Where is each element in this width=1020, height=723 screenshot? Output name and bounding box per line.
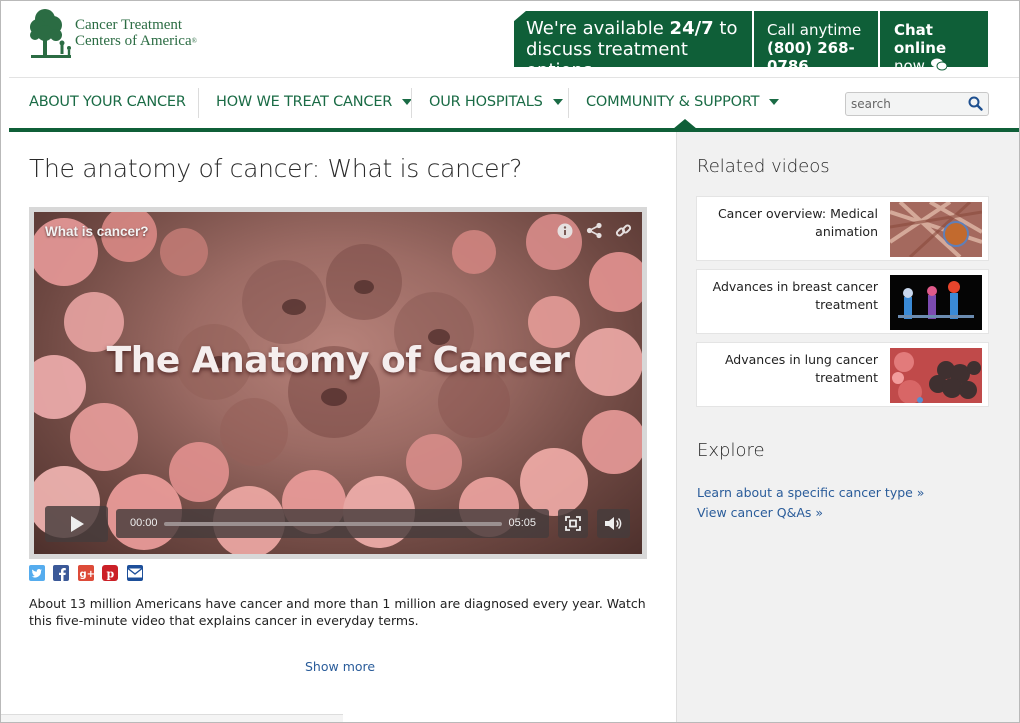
facebook-icon[interactable]	[53, 565, 70, 581]
call-label: Call anytime	[767, 21, 862, 39]
link-icon[interactable]	[615, 222, 632, 244]
video-poster-cells	[34, 212, 642, 554]
page-title: The anatomy of cancer: What is cancer?	[29, 154, 523, 183]
availability-line-1: We're available 24/7 to	[526, 18, 738, 39]
chevron-down-icon	[552, 99, 563, 105]
related-video-card[interactable]: Advances in breast cancer treatment	[696, 269, 989, 334]
info-icon[interactable]	[557, 223, 573, 244]
share-bar: g+ p	[29, 565, 147, 583]
play-icon	[71, 516, 84, 532]
active-nav-pointer	[673, 119, 697, 129]
play-button[interactable]	[45, 506, 108, 542]
svg-text:p: p	[107, 568, 115, 581]
search-input[interactable]	[851, 95, 961, 113]
progress-track[interactable]	[164, 522, 502, 526]
nav-divider	[568, 88, 569, 118]
bottom-divider	[1, 714, 343, 722]
video-top-controls	[549, 222, 632, 244]
fullscreen-icon	[565, 516, 581, 531]
site-header: Cancer Treatment Centers of America® We'…	[1, 1, 1019, 77]
related-video-title: Cancer overview: Medical animation	[717, 206, 878, 239]
availability-line-2: discuss treatment options.	[526, 39, 688, 81]
current-time: 00:00	[130, 517, 158, 529]
nav-divider	[411, 88, 412, 118]
availability-banner: We're available 24/7 to discuss treatmen…	[514, 11, 752, 67]
related-videos-heading: Related videos	[697, 156, 830, 177]
site-logo[interactable]: Cancer Treatment Centers of America®	[29, 5, 229, 65]
explore-heading: Explore	[697, 440, 765, 461]
video-description: About 13 million Americans have cancer a…	[29, 596, 646, 628]
fullscreen-button[interactable]	[558, 509, 588, 538]
share-icon[interactable]	[586, 222, 603, 244]
call-anytime-button[interactable]: Call anytime (800) 268-0786	[754, 11, 878, 75]
nav-our-hospitals[interactable]: OUR HOSPITALS	[429, 78, 563, 129]
show-more-link[interactable]: Show more	[305, 659, 375, 674]
main-content: The anatomy of cancer: What is cancer? W…	[1, 132, 676, 722]
related-video-card[interactable]: Advances in lung cancer treatment	[696, 342, 989, 407]
video-progress-bar[interactable]: 00:00 05:05	[116, 509, 549, 538]
logo-wordmark: Cancer Treatment Centers of America®	[75, 17, 197, 49]
explore-link-cancer-type[interactable]: Learn about a specific cancer type »	[697, 485, 924, 500]
video-player-frame: What is cancer? The Anatomy of Cancer 00…	[29, 207, 647, 559]
nav-divider	[198, 88, 199, 118]
nav-about-your-cancer[interactable]: ABOUT YOUR CANCER	[29, 78, 186, 129]
google-plus-icon[interactable]: g+	[77, 565, 95, 581]
explore-link-qas[interactable]: View cancer Q&As »	[697, 505, 823, 520]
chat-bubble-icon	[930, 58, 948, 77]
registered-mark: ®	[191, 37, 197, 45]
twitter-icon[interactable]	[29, 565, 45, 581]
search-box[interactable]	[845, 92, 989, 116]
related-video-card[interactable]: Cancer overview: Medical animation	[696, 196, 989, 261]
phone-number[interactable]: (800) 268-0786	[767, 39, 878, 75]
email-icon[interactable]	[126, 565, 143, 581]
video-thumbnail	[890, 275, 982, 330]
chat-label: Chat online	[894, 21, 947, 57]
duration: 05:05	[508, 517, 536, 529]
related-video-title: Advances in breast cancer treatment	[712, 279, 878, 312]
sidebar: Related videos Cancer overview: Medical …	[676, 132, 1019, 722]
volume-button[interactable]	[597, 509, 630, 538]
search-icon[interactable]	[968, 96, 983, 116]
volume-icon	[605, 517, 622, 530]
logo-line-2: Centers of America®	[75, 33, 197, 49]
chat-sub: now	[894, 57, 988, 77]
browser-viewport: Cancer Treatment Centers of America® We'…	[0, 0, 1020, 723]
svg-text:g+: g+	[79, 569, 94, 580]
video-overlay-title: The Anatomy of Cancer	[106, 340, 570, 381]
related-video-title: Advances in lung cancer treatment	[724, 352, 878, 385]
logo-line-1: Cancer Treatment	[75, 17, 183, 33]
pinterest-icon[interactable]: p	[102, 565, 119, 581]
video-title: What is cancer?	[45, 224, 149, 239]
video-player[interactable]: What is cancer? The Anatomy of Cancer 00…	[34, 212, 642, 554]
chevron-down-icon	[769, 99, 780, 105]
chat-online-button[interactable]: Chat online now	[880, 11, 988, 75]
nav-how-we-treat-cancer[interactable]: HOW WE TREAT CANCER	[216, 78, 413, 129]
video-thumbnail	[890, 348, 982, 403]
video-thumbnail	[890, 202, 982, 257]
main-navigation: ABOUT YOUR CANCER HOW WE TREAT CANCER OU…	[9, 77, 1019, 132]
